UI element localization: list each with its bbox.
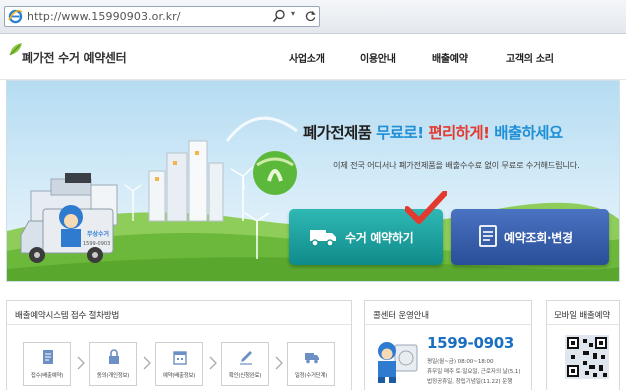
site-header: 폐가전 수거 예약센터 사업소개 이용안내 배출예약 고객의 소리 <box>0 34 626 80</box>
dropdown-arrow-icon[interactable]: ▾ <box>291 9 295 18</box>
process-panel: 배출예약시스템 접수 절차방법 접수(배출예약) 동의(개인정보) 예약(배출정… <box>6 300 352 390</box>
step-label: 예약(배출정보) <box>162 373 196 379</box>
document-icon <box>479 225 497 247</box>
chevron-right-icon <box>143 356 151 370</box>
call-agent-illustration <box>378 342 418 383</box>
site-logo-text[interactable]: 폐가전 수거 예약센터 <box>22 49 127 66</box>
step-booking[interactable]: 예약(배출정보) <box>155 342 203 386</box>
qr-code-icon[interactable] <box>565 335 609 379</box>
truck-side-text: 무상수거 <box>87 231 110 238</box>
reservation-lookup-button[interactable]: 예약조회·변경 <box>451 209 609 265</box>
nav-guide[interactable]: 이용안내 <box>360 50 396 65</box>
hours-holiday: 휴무일 매주 토·일요일, 근로자의 날(5.1) <box>427 369 521 375</box>
lookup-button-label: 예약조회·변경 <box>504 231 573 245</box>
browser-address-bar: http://www.15990903.or.kr/ ▾ <box>0 0 626 34</box>
step-label: 일정(수거단계) <box>294 373 328 379</box>
url-text: http://www.15990903.or.kr/ <box>27 10 181 23</box>
address-field[interactable]: http://www.15990903.or.kr/ ▾ <box>4 6 320 27</box>
hero-banner: 무상수거 1599-0903 폐가전제품 무료로! 편리하게! 배출하세요 이제… <box>6 80 620 282</box>
panel-divider <box>365 324 531 325</box>
headline-main: 폐가전제품 <box>303 124 372 142</box>
page-root: http://www.15990903.or.kr/ ▾ 폐가전 수거 예약센터… <box>0 0 626 390</box>
truck-phone: 1599-0903 <box>83 241 111 247</box>
process-panel-title: 배출예약시스템 접수 절차방법 <box>15 311 120 321</box>
internet-explorer-icon <box>8 9 23 24</box>
headline-pickup: 배출하세요 <box>494 124 563 142</box>
callcenter-phone[interactable]: 1599-0903 <box>427 334 514 352</box>
mobile-panel-title: 모바일 배출예약 <box>554 311 610 321</box>
truck-icon <box>305 353 319 364</box>
pencil-icon <box>240 351 252 365</box>
mobile-panel: 모바일 배출예약 <box>546 300 620 390</box>
calendar-icon <box>173 351 187 365</box>
hours-note: 법정공휴일, 창립기념일(11.22) 운행 <box>427 379 513 385</box>
refresh-icon[interactable] <box>304 9 317 23</box>
form-icon <box>43 350 53 364</box>
step-confirm[interactable]: 확인(신청완료) <box>221 342 269 386</box>
chevron-right-icon <box>275 356 283 370</box>
hours-weekday: 평일(월~금) 08:00~18:00 <box>427 359 494 365</box>
chevron-right-icon <box>77 356 85 370</box>
chevron-right-icon <box>209 356 217 370</box>
nav-customer-voice[interactable]: 고객의 소리 <box>506 50 554 65</box>
callcenter-panel-title: 콜센터 운영안내 <box>373 311 429 321</box>
lock-icon <box>109 349 119 364</box>
nav-reservation[interactable]: 배출예약 <box>432 50 468 65</box>
search-icon[interactable] <box>272 9 286 23</box>
truck-icon <box>310 230 336 247</box>
panel-divider <box>547 324 619 325</box>
hero-headline: 폐가전제품 무료로! 편리하게! 배출하세요 <box>303 121 563 143</box>
reserve-button-label: 수거 예약하기 <box>345 231 414 245</box>
panel-divider <box>7 324 351 325</box>
callcenter-panel: 콜센터 운영안내 1599-0903 평일(월~금) 08:00~18:00 휴… <box>364 300 532 390</box>
nav-about[interactable]: 사업소개 <box>289 50 325 65</box>
step-label: 동의(개인정보) <box>96 373 130 379</box>
red-check-icon <box>405 191 447 224</box>
step-intake[interactable]: 접수(배출예약) <box>23 342 71 386</box>
headline-convenient: 편리하게! <box>428 124 490 142</box>
headline-free: 무료로! <box>376 124 424 142</box>
step-label: 접수(배출예약) <box>30 373 64 379</box>
hero-subline: 이제 전국 어디서나 폐가전제품을 배출수수료 없이 무료로 수거해드립니다. <box>333 160 580 170</box>
step-schedule[interactable]: 일정(수거단계) <box>287 342 335 386</box>
step-label: 확인(신청완료) <box>228 373 262 379</box>
step-consent[interactable]: 동의(개인정보) <box>89 342 137 386</box>
